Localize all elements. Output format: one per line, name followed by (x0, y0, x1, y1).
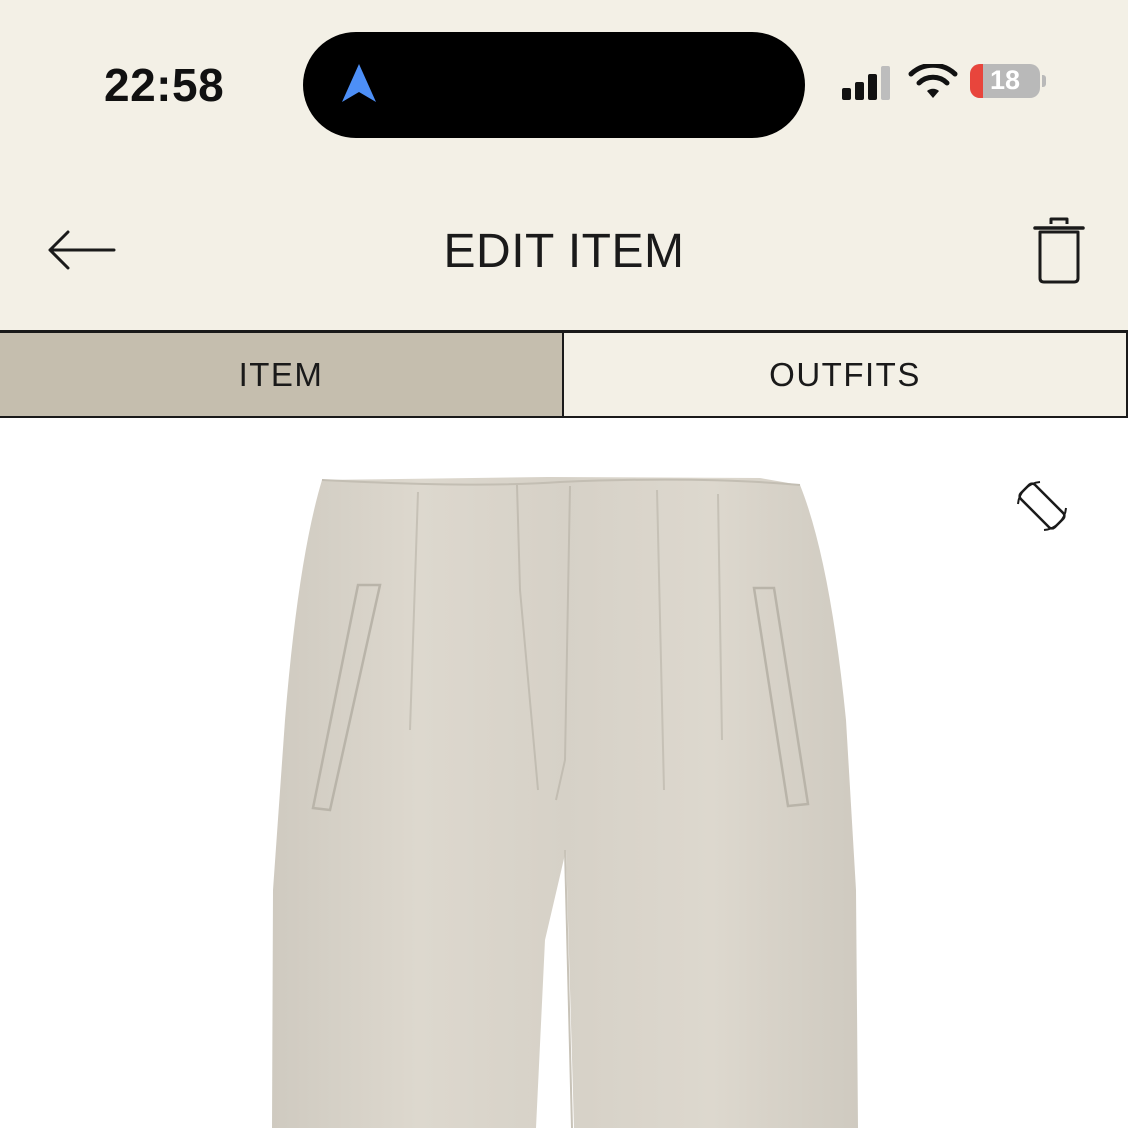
trash-icon (1033, 217, 1085, 284)
tab-outfits[interactable]: OUTFITS (562, 333, 1128, 416)
rotate-button[interactable] (1010, 474, 1074, 538)
dynamic-island[interactable] (303, 32, 805, 138)
battery-level: 18 (989, 65, 1021, 95)
wifi-icon (908, 64, 958, 98)
rotate-icon (1017, 481, 1067, 531)
delete-button[interactable] (1030, 216, 1088, 284)
cellular-signal-icon (842, 66, 890, 100)
page-title: EDIT ITEM (443, 225, 685, 278)
item-photo[interactable] (0, 418, 1128, 1128)
trousers-image (272, 477, 858, 1128)
top-bar: 22:58 18 EDIT ITEM (0, 0, 1128, 330)
status-time: 22:58 (104, 59, 225, 111)
navigation-arrow-icon (342, 64, 376, 102)
battery-icon: 18 (970, 64, 1040, 98)
tab-item[interactable]: ITEM (0, 333, 562, 416)
battery-tip (1042, 75, 1046, 87)
segment-tabs: ITEM OUTFITS (0, 330, 1128, 418)
